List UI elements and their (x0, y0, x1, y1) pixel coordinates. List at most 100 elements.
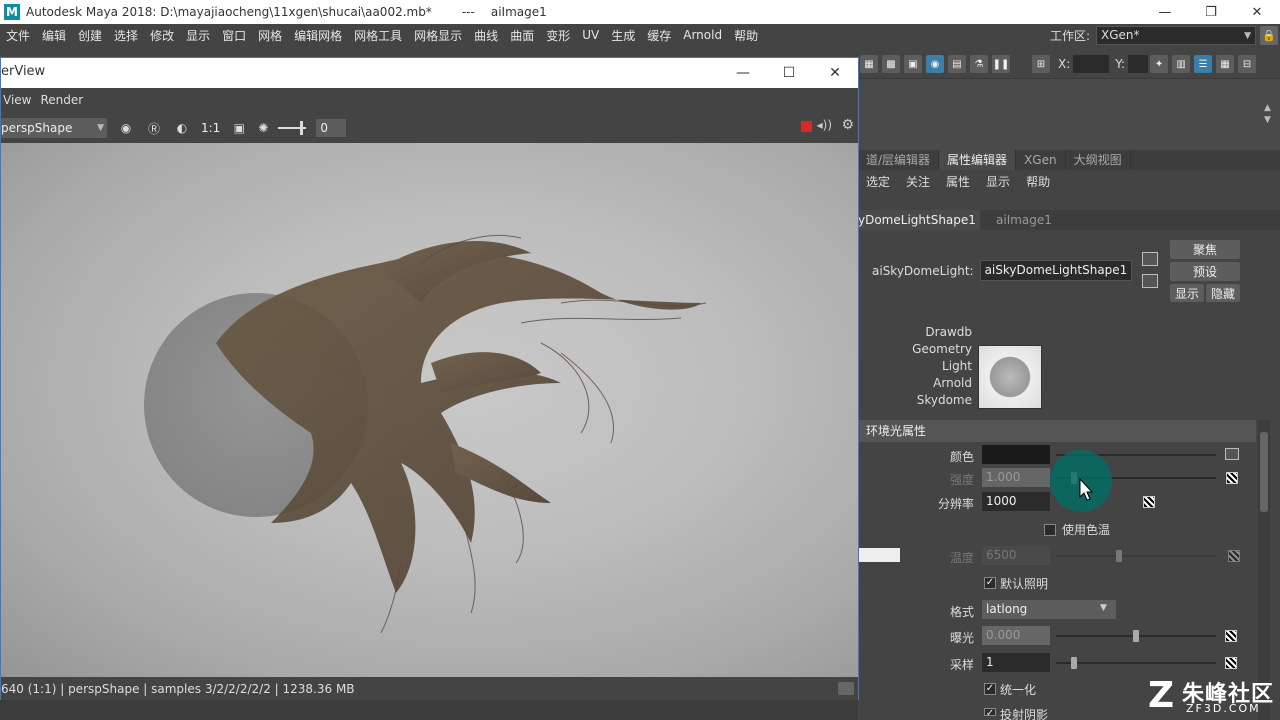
go-to-input-icon[interactable] (1142, 252, 1158, 266)
menu-create[interactable]: 创建 (72, 27, 108, 44)
exposure-map-icon[interactable] (1225, 630, 1237, 642)
exposure-slider[interactable] (278, 121, 307, 135)
color-mode-icon[interactable]: ◐ (173, 119, 191, 137)
menu-selected[interactable]: 选定 (858, 172, 898, 192)
resolution-map-icon[interactable] (1143, 496, 1155, 508)
resolution-field[interactable]: 1000 (982, 492, 1050, 511)
rgb-channel-icon[interactable]: Ⓡ (145, 119, 163, 137)
node-tab-skydome[interactable]: yDomeLightShape1 (858, 210, 980, 230)
rv-close-button[interactable]: ✕ (812, 58, 858, 88)
render-view-icon[interactable]: ◉ (926, 55, 944, 73)
workspace-dropdown[interactable]: XGen* (1096, 26, 1256, 45)
ipr-render-icon[interactable]: ▣ (904, 55, 922, 73)
render-frame-icon[interactable]: ▦ (860, 55, 878, 73)
tab-attribute-editor[interactable]: 属性编辑器 (939, 150, 1017, 170)
menu-display[interactable]: 显示 (180, 27, 216, 44)
menu-show[interactable]: 显示 (978, 172, 1018, 192)
cast-shadows-checkbox[interactable]: ✓ (984, 708, 996, 719)
menu-window[interactable]: 窗口 (216, 27, 252, 44)
rv-menu-render[interactable]: Render (38, 93, 90, 107)
temperature-slider-thumb[interactable] (1116, 550, 1122, 562)
menu-file[interactable]: 文件 (0, 27, 36, 44)
menu-edit-mesh[interactable]: 编辑网格 (288, 27, 348, 44)
tab-outliner[interactable]: 大纲视图 (1066, 150, 1131, 170)
menu-mesh-display[interactable]: 网格显示 (408, 27, 468, 44)
menu-focus[interactable]: 关注 (898, 172, 938, 192)
format-dropdown[interactable]: latlong (982, 600, 1116, 619)
pause-icon[interactable]: ❚❚ (992, 55, 1010, 73)
samples-map-icon[interactable] (1225, 657, 1237, 669)
render-icon[interactable]: ◉ (117, 119, 135, 137)
attribute-scrollbar[interactable] (1258, 420, 1270, 720)
menu-curves[interactable]: 曲线 (468, 27, 504, 44)
y-field[interactable] (1128, 55, 1149, 73)
tab-layer-editor[interactable]: 道/层编辑器 (858, 150, 940, 170)
exposure-slider-thumb[interactable] (1133, 630, 1139, 642)
intensity-map-icon[interactable] (1226, 472, 1238, 484)
intensity-field[interactable]: 1.000 (982, 468, 1050, 487)
scroll-down-icon[interactable]: ▼ (1264, 115, 1274, 125)
lock-icon[interactable]: 🔒 (1260, 26, 1278, 45)
outliner-icon[interactable]: ⊟ (1238, 55, 1257, 73)
tab-xgen[interactable]: XGen (1016, 150, 1066, 170)
transform-mode-icon[interactable]: ⊞ (1032, 55, 1050, 73)
rv-minimize-button[interactable]: — (720, 58, 766, 88)
x-field[interactable] (1073, 55, 1110, 73)
hide-button[interactable]: 隐藏 (1206, 284, 1240, 302)
use-color-temp-checkbox[interactable] (1044, 524, 1056, 536)
presets-button[interactable]: 预设 (1170, 262, 1240, 281)
scroll-up-icon[interactable]: ▲ (1264, 103, 1274, 113)
modeling-toolkit-icon[interactable]: ▦ (1216, 55, 1235, 73)
show-button[interactable]: 显示 (1170, 284, 1204, 302)
hypershade-icon[interactable]: ⚗ (970, 55, 988, 73)
sound-icon[interactable]: ◂)) (817, 118, 832, 132)
close-button[interactable]: ✕ (1234, 0, 1280, 24)
tool-settings-icon[interactable]: ✦ (1150, 55, 1169, 73)
menu-deform[interactable]: 变形 (540, 27, 576, 44)
camera-dropdown[interactable]: perspShape (1, 118, 107, 138)
menu-mesh[interactable]: 网格 (252, 27, 288, 44)
temperature-slider[interactable] (1056, 555, 1216, 557)
node-name-field[interactable]: aiSkyDomeLightShape1 (979, 260, 1132, 281)
render-sequence-icon[interactable]: ▩ (882, 55, 900, 73)
temperature-field[interactable]: 6500 (982, 546, 1050, 565)
channel-box-icon[interactable]: ▥ (1172, 55, 1191, 73)
rv-maximize-button[interactable]: ☐ (766, 58, 812, 88)
go-to-output-icon[interactable] (1142, 274, 1158, 288)
menu-cache[interactable]: 缓存 (641, 27, 677, 44)
exposure-icon[interactable]: ✺ (254, 119, 272, 137)
menu-uv[interactable]: UV (576, 28, 605, 42)
restore-button[interactable]: ❐ (1188, 0, 1234, 24)
menu-help-ae[interactable]: 帮助 (1018, 172, 1058, 192)
menu-help[interactable]: 帮助 (728, 27, 764, 44)
menu-edit[interactable]: 编辑 (36, 27, 72, 44)
crop-region-icon[interactable]: ▣ (230, 119, 248, 137)
section-header[interactable]: 环境光属性 (858, 420, 1256, 442)
focus-button[interactable]: 聚焦 (1170, 240, 1240, 259)
snapshot-icon[interactable] (838, 682, 854, 695)
samples-field[interactable]: 1 (982, 653, 1050, 672)
samples-slider-thumb[interactable] (1071, 657, 1077, 669)
menu-generate[interactable]: 生成 (605, 27, 641, 44)
color-map-icon[interactable] (1225, 448, 1239, 460)
minimize-button[interactable]: — (1142, 0, 1188, 24)
ratio-label[interactable]: 1:1 (201, 121, 220, 135)
attribute-editor-icon[interactable]: ☰ (1194, 55, 1213, 73)
render-settings-icon[interactable]: ▤ (948, 55, 966, 73)
stop-render-icon[interactable] (801, 121, 812, 132)
rv-menu-view[interactable]: View (1, 93, 38, 107)
exposure-field[interactable]: 0.000 (982, 626, 1050, 645)
default-lighting-checkbox[interactable]: ✓ (984, 577, 996, 589)
gear-icon[interactable]: ⚙ (841, 117, 854, 133)
color-swatch-field[interactable] (982, 445, 1050, 464)
menu-attributes[interactable]: 属性 (938, 172, 978, 192)
menu-select[interactable]: 选择 (108, 27, 144, 44)
temperature-map-icon[interactable] (1228, 550, 1240, 562)
menu-mesh-tools[interactable]: 网格工具 (348, 27, 408, 44)
normalize-checkbox[interactable]: ✓ (984, 683, 996, 695)
menu-surfaces[interactable]: 曲面 (504, 27, 540, 44)
menu-arnold[interactable]: Arnold (677, 28, 728, 42)
exposure-value-field[interactable]: 0 (316, 119, 347, 137)
menu-modify[interactable]: 修改 (144, 27, 180, 44)
scrollbar-thumb[interactable] (1260, 432, 1268, 512)
